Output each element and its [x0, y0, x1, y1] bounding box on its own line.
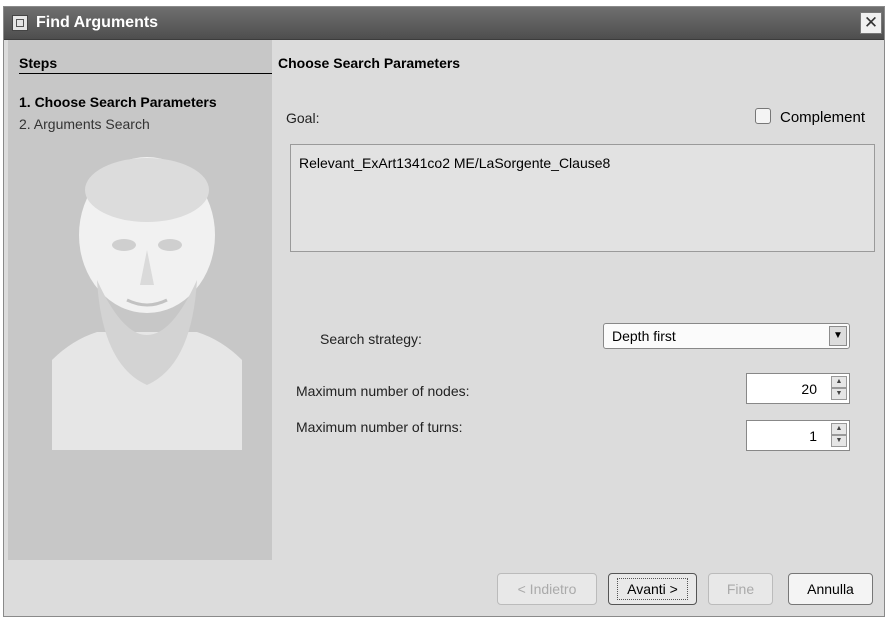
- spin-up-icon[interactable]: ▲: [831, 376, 847, 388]
- max-turns-label: Maximum number of turns:: [296, 419, 463, 435]
- close-icon[interactable]: ✕: [860, 12, 882, 34]
- window-title: Find Arguments: [36, 14, 159, 31]
- steps-sidebar: Steps 1. Choose Search Parameters 2. Arg…: [8, 40, 272, 560]
- goal-text-area[interactable]: Relevant_ExArt1341co2 ME/LaSorgente_Clau…: [290, 144, 875, 252]
- next-button[interactable]: Avanti >: [608, 573, 697, 605]
- goal-label: Goal:: [286, 110, 320, 126]
- chevron-down-icon[interactable]: ▼: [829, 326, 847, 346]
- step-arguments-search: 2. Arguments Search: [19, 116, 150, 132]
- max-turns-spinner[interactable]: 1 ▲ ▼: [746, 420, 850, 451]
- cancel-button[interactable]: Annulla: [788, 573, 873, 605]
- steps-divider: [19, 73, 272, 74]
- max-nodes-spinner[interactable]: 20 ▲ ▼: [746, 373, 850, 404]
- max-turns-spin-buttons: ▲ ▼: [831, 423, 847, 448]
- title-bar[interactable]: Find Arguments ✕: [4, 7, 884, 40]
- java-app-icon: [12, 15, 28, 31]
- page-title: Choose Search Parameters: [278, 55, 461, 71]
- finish-button[interactable]: Fine: [708, 573, 773, 605]
- max-turns-value: 1: [809, 428, 817, 444]
- next-button-label: Avanti >: [617, 578, 688, 600]
- spin-up-icon[interactable]: ▲: [831, 423, 847, 435]
- complement-checkbox[interactable]: [755, 108, 771, 124]
- steps-heading: Steps: [19, 55, 58, 71]
- max-nodes-value: 20: [801, 381, 817, 397]
- back-button[interactable]: < Indietro: [497, 573, 597, 605]
- search-strategy-value: Depth first: [612, 328, 676, 344]
- spin-down-icon[interactable]: ▼: [831, 388, 847, 400]
- search-strategy-label: Search strategy:: [320, 331, 422, 347]
- spin-down-icon[interactable]: ▼: [831, 435, 847, 447]
- philosopher-bust-image: [52, 157, 242, 450]
- search-strategy-select[interactable]: Depth first ▼: [603, 323, 850, 349]
- step-choose-search-parameters: 1. Choose Search Parameters: [19, 94, 217, 110]
- max-nodes-label: Maximum number of nodes:: [296, 383, 470, 399]
- max-nodes-spin-buttons: ▲ ▼: [831, 376, 847, 401]
- complement-label[interactable]: Complement: [780, 109, 865, 126]
